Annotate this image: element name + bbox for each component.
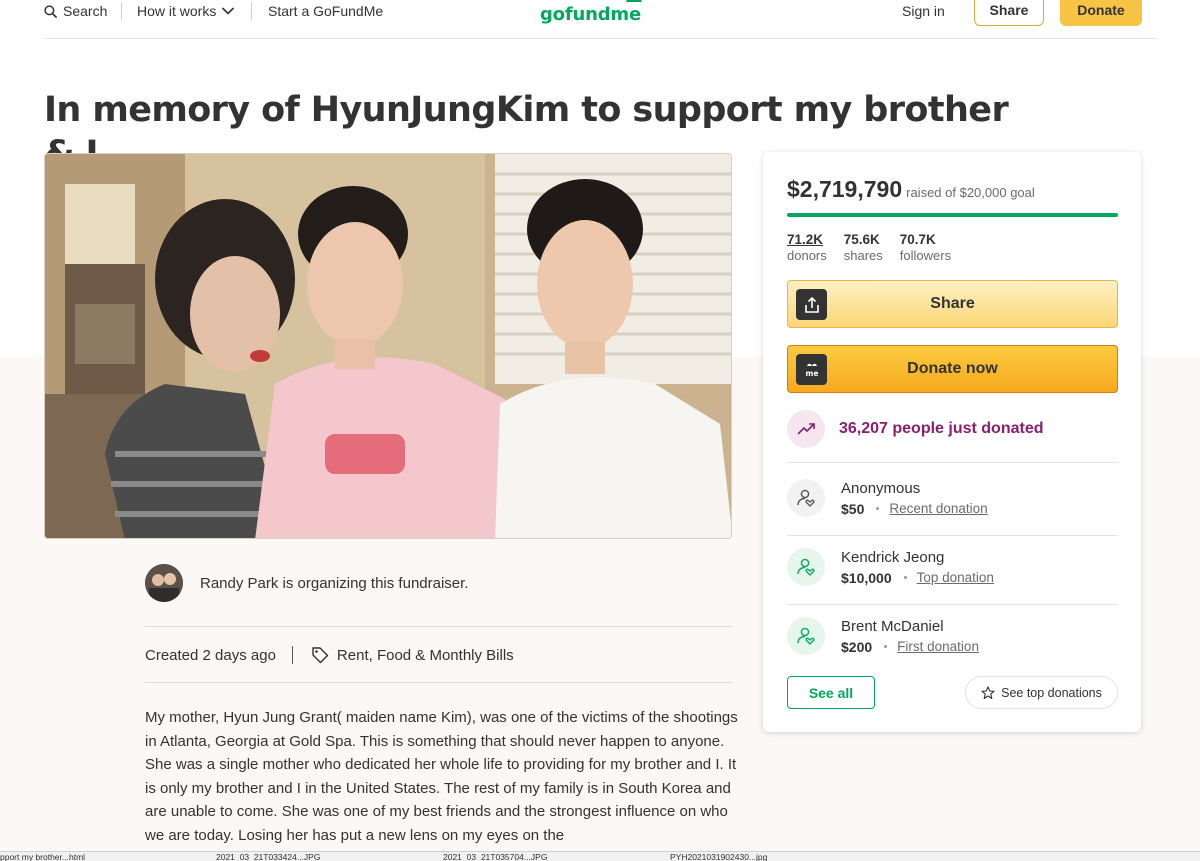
divider: [787, 535, 1118, 536]
search-icon: [44, 4, 57, 18]
recent-donation-link[interactable]: Recent donation: [889, 501, 987, 516]
download-item[interactable]: 2021_03_21T033424...JPG: [216, 853, 320, 861]
stat-donors[interactable]: 71.2K donors: [787, 232, 827, 264]
see-top-donations-button[interactable]: See top donations: [965, 676, 1118, 709]
see-top-donations-label: See top donations: [1001, 685, 1102, 700]
separator-dot: [903, 576, 907, 579]
donor-name: Brent McDaniel: [841, 617, 944, 635]
donation-amount: $50: [841, 500, 865, 517]
created-date: Created 2 days ago: [145, 646, 276, 664]
recent-donations-trend: 36,207 people just donated: [787, 410, 1044, 448]
donor-name: Kendrick Jeong: [841, 548, 945, 566]
organizer-row: Randy Park is organizing this fundraiser…: [145, 564, 468, 602]
divider: [787, 604, 1118, 605]
divider: [145, 682, 732, 683]
donation-card: $2,719,790 raised of $20,000 goal 71.2K …: [763, 152, 1141, 732]
donate-now-label: Donate now: [907, 360, 998, 377]
stat-label: shares: [843, 248, 883, 263]
donor-heart-icon: [787, 617, 825, 655]
stats-row: 71.2K donors 75.6K shares 70.7K follower…: [787, 232, 951, 264]
download-item[interactable]: PYH2021031902430...jpg: [670, 853, 767, 861]
top-nav: Search How it works Start a GoFundMe gof…: [0, 0, 1200, 40]
search-link[interactable]: Search: [44, 2, 107, 20]
sign-in-link[interactable]: Sign in: [902, 2, 945, 20]
gofundme-me-icon: me: [796, 354, 827, 385]
search-label: Search: [63, 3, 108, 19]
stat-value[interactable]: 71.2K: [787, 232, 827, 248]
see-all-button[interactable]: See all: [787, 676, 875, 709]
divider: [787, 462, 1118, 463]
donation-item: Kendrick Jeong $10,000 Top donation: [787, 548, 994, 586]
raised-summary: $2,719,790 raised of $20,000 goal: [787, 176, 1035, 203]
fundraiser-photo[interactable]: [44, 153, 732, 539]
stat-value: 70.7K: [899, 232, 936, 247]
stat-label: donors: [787, 248, 827, 263]
stat-value: 75.6K: [843, 232, 880, 247]
donor-heart-icon: [787, 479, 825, 517]
meta-divider: [291, 646, 293, 664]
goal-text: raised of $20,000 goal: [906, 185, 1035, 200]
category-link[interactable]: Rent, Food & Monthly Bills: [337, 647, 514, 664]
chevron-down-icon: [222, 7, 235, 15]
stat-shares: 75.6K shares: [844, 232, 883, 264]
donation-amount: $10,000: [841, 569, 892, 586]
me-icon-text: me: [805, 369, 818, 378]
first-donation-link[interactable]: First donation: [897, 639, 979, 654]
donate-now-button[interactable]: me Donate now: [787, 345, 1118, 393]
separator-dot: [884, 645, 888, 648]
trending-up-icon: [787, 410, 825, 448]
upload-icon: [796, 289, 827, 320]
header-donate-button[interactable]: Donate: [1060, 0, 1142, 26]
raised-amount: $2,719,790: [787, 176, 903, 202]
logo-text: gofundme: [540, 4, 641, 25]
progress-bar: [787, 213, 1118, 217]
top-donation-link[interactable]: Top donation: [917, 570, 994, 585]
fundraiser-meta: Created 2 days ago Rent, Food & Monthly …: [145, 644, 514, 666]
separator-dot: [876, 507, 880, 510]
stat-followers: 70.7K followers: [900, 232, 951, 264]
start-gofundme-link[interactable]: Start a GoFundMe: [268, 2, 383, 20]
nav-divider: [251, 2, 252, 20]
story-text: My mother, Hyun Jung Grant( maiden name …: [145, 709, 738, 844]
stat-label: followers: [899, 248, 952, 263]
donor-name: Anonymous: [841, 479, 921, 497]
organizer-text: Randy Park is organizing this fundraiser…: [200, 574, 469, 592]
trend-text: 36,207 people just donated: [839, 420, 1044, 437]
share-button-label: Share: [930, 295, 975, 312]
download-shelf: pport my brother...html 2021_03_21T03342…: [0, 851, 1200, 861]
download-item[interactable]: pport my brother...html: [0, 853, 85, 861]
donation-amount: $200: [841, 638, 873, 655]
donation-item: Brent McDaniel $200 First donation: [787, 617, 979, 655]
star-icon: [981, 685, 995, 699]
donor-heart-icon: [787, 548, 825, 586]
gofundme-logo[interactable]: gofundme: [540, 0, 650, 28]
nav-divider: [121, 2, 122, 20]
avatar[interactable]: [145, 564, 183, 602]
progress-fill: [787, 213, 1118, 217]
download-item[interactable]: 2021_03_21T035704...JPG: [443, 853, 547, 861]
donation-item: Anonymous $50 Recent donation: [787, 479, 988, 517]
header-share-button[interactable]: Share: [974, 0, 1044, 26]
header-divider: [44, 38, 1157, 39]
how-it-works-menu[interactable]: How it works: [137, 2, 235, 20]
how-it-works-label: How it works: [137, 3, 217, 19]
tag-icon: [312, 647, 329, 664]
divider: [145, 626, 732, 627]
share-button[interactable]: Share: [787, 280, 1118, 328]
